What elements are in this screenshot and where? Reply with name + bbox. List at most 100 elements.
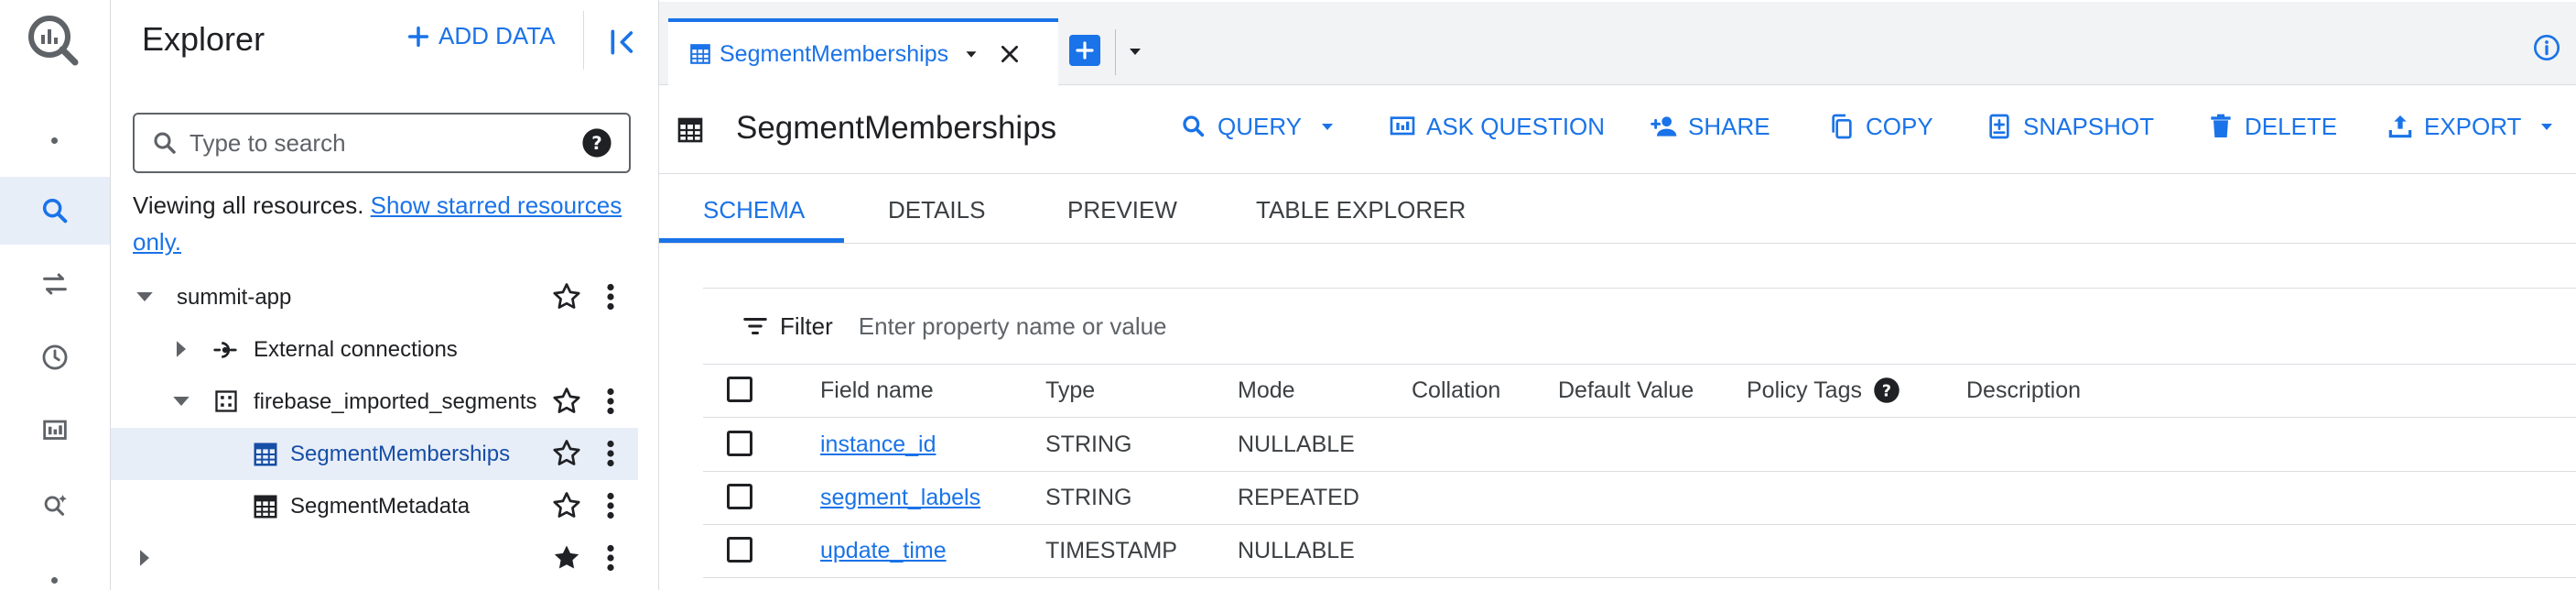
table-icon: [677, 117, 703, 143]
search-icon: [42, 198, 68, 224]
export-label: EXPORT: [2424, 112, 2522, 140]
column-header-type: Type: [1045, 377, 1096, 403]
policy-tags-label: Policy Tags: [1747, 377, 1862, 403]
tree-item-dataset[interactable]: firebase_imported_segments: [111, 376, 638, 428]
table-icon: [690, 44, 710, 64]
export-button[interactable]: EXPORT: [2386, 112, 2558, 141]
connection-icon: [213, 342, 237, 358]
column-header-collation: Collation: [1412, 377, 1501, 403]
more-vert-icon[interactable]: [600, 489, 622, 522]
caret-right-icon[interactable]: [168, 335, 195, 363]
table-row: instance_id STRING NULLABLE: [703, 418, 2576, 472]
filter-label: Filter: [780, 311, 833, 340]
ask-question-button[interactable]: ASK QUESTION: [1388, 112, 1605, 141]
rail-search[interactable]: [0, 177, 110, 245]
explorer-search-input[interactable]: [188, 127, 581, 158]
filter-input[interactable]: [856, 311, 2576, 342]
tab-table-explorer[interactable]: TABLE EXPLORER: [1256, 196, 1466, 224]
rail-dot: [51, 137, 58, 144]
query-label: QUERY: [1218, 112, 1302, 140]
snapshot-button[interactable]: SNAPSHOT: [1985, 112, 2154, 141]
close-icon[interactable]: [998, 42, 1022, 66]
star-outline-icon[interactable]: [550, 437, 583, 470]
star-outline-icon[interactable]: [550, 489, 583, 522]
row-checkbox[interactable]: [727, 484, 752, 509]
field-link[interactable]: segment_labels: [820, 485, 980, 511]
caret-down-icon[interactable]: [961, 44, 981, 64]
star-outline-icon[interactable]: [550, 280, 583, 313]
table-row: segment_labels STRING REPEATED: [703, 471, 2576, 525]
help-icon[interactable]: ?: [1873, 377, 1900, 404]
tab-segment-memberships[interactable]: SegmentMemberships: [668, 18, 1058, 86]
column-header-policy-tags: Policy Tags ?: [1747, 364, 1900, 417]
delete-button[interactable]: DELETE: [2206, 112, 2337, 141]
share-button[interactable]: SHARE: [1650, 112, 1770, 141]
bigquery-logo-icon[interactable]: [24, 11, 81, 68]
ask-question-label: ASK QUESTION: [1426, 112, 1606, 140]
tree-item-segment-metadata[interactable]: SegmentMetadata: [111, 480, 638, 532]
field-name-cell: instance_id: [820, 418, 936, 471]
column-header-description: Description: [1966, 377, 2082, 403]
tab-details[interactable]: DETAILS: [888, 196, 985, 224]
mode-cell: REPEATED: [1238, 484, 1359, 510]
share-label: SHARE: [1688, 112, 1770, 140]
more-vert-icon[interactable]: [600, 437, 622, 470]
copy-label: COPY: [1866, 112, 1933, 140]
more-vert-icon[interactable]: [600, 385, 622, 418]
collapse-panel-icon[interactable]: [605, 24, 642, 60]
tree-item-external-connections[interactable]: External connections: [111, 323, 638, 376]
dataset-icon: [215, 390, 237, 412]
person-add-icon: [1651, 116, 1677, 137]
query-button[interactable]: QUERY: [1179, 112, 1338, 141]
explorer-panel: Explorer ADD DATA ? Viewing all resource…: [111, 0, 659, 590]
search-icon: [154, 132, 176, 154]
rail-data-quality[interactable]: [0, 470, 110, 538]
copy-icon: [1832, 114, 1852, 139]
caret-down-icon: [2541, 124, 2553, 130]
new-tab-button[interactable]: [1069, 35, 1100, 66]
type-cell: TIMESTAMP: [1045, 537, 1177, 563]
info-icon[interactable]: [2532, 33, 2561, 62]
caret-down-icon[interactable]: [168, 388, 195, 415]
rail-scheduled[interactable]: [0, 323, 110, 391]
delete-label: DELETE: [2245, 112, 2338, 140]
trash-icon: [2211, 114, 2231, 137]
star-filled-icon[interactable]: [550, 541, 583, 574]
plus-icon: [407, 26, 429, 47]
add-data-button[interactable]: ADD DATA: [406, 22, 556, 50]
search-icon: [1183, 115, 1205, 137]
copy-button[interactable]: COPY: [1827, 112, 1933, 141]
tab-menu-caret-icon[interactable]: [1124, 40, 1146, 62]
more-vert-icon[interactable]: [600, 541, 622, 574]
table-icon: [254, 442, 277, 466]
tab-schema[interactable]: SCHEMA: [703, 196, 805, 224]
tree-item-segment-memberships[interactable]: SegmentMemberships: [111, 428, 638, 480]
mode-cell: NULLABLE: [1238, 431, 1355, 457]
tab-separator: [1115, 29, 1116, 75]
ask-question-icon: [1390, 116, 1415, 136]
row-checkbox[interactable]: [727, 431, 752, 456]
tree-item-project[interactable]: summit-app: [111, 271, 638, 323]
magnify-sparkle-icon: [44, 495, 67, 516]
rail-transfers[interactable]: [0, 250, 110, 318]
field-link[interactable]: update_time: [820, 538, 947, 564]
caret-right-icon[interactable]: [131, 544, 158, 572]
clock-icon: [42, 344, 68, 370]
table-icon: [254, 495, 277, 519]
help-icon[interactable]: ?: [581, 127, 612, 158]
table-toolbar: SegmentMemberships QUERY ASK QUESTION SH…: [659, 84, 2576, 174]
tab-label: SegmentMemberships: [720, 40, 949, 67]
more-vert-icon[interactable]: [600, 280, 622, 313]
star-outline-icon[interactable]: [550, 385, 583, 418]
tree-item-label: External connections: [254, 336, 458, 362]
tree-item-starred-project[interactable]: [111, 532, 638, 585]
caret-down-icon[interactable]: [131, 283, 158, 311]
select-all-checkbox[interactable]: [727, 377, 752, 402]
table-title: SegmentMemberships: [736, 110, 1057, 146]
explorer-title: Explorer: [142, 20, 265, 58]
rail-analytics-hub[interactable]: [0, 397, 110, 464]
tree-item-label: summit-app: [177, 284, 292, 310]
tab-preview[interactable]: PREVIEW: [1067, 196, 1177, 224]
row-checkbox[interactable]: [727, 537, 752, 563]
field-link[interactable]: instance_id: [820, 432, 936, 458]
